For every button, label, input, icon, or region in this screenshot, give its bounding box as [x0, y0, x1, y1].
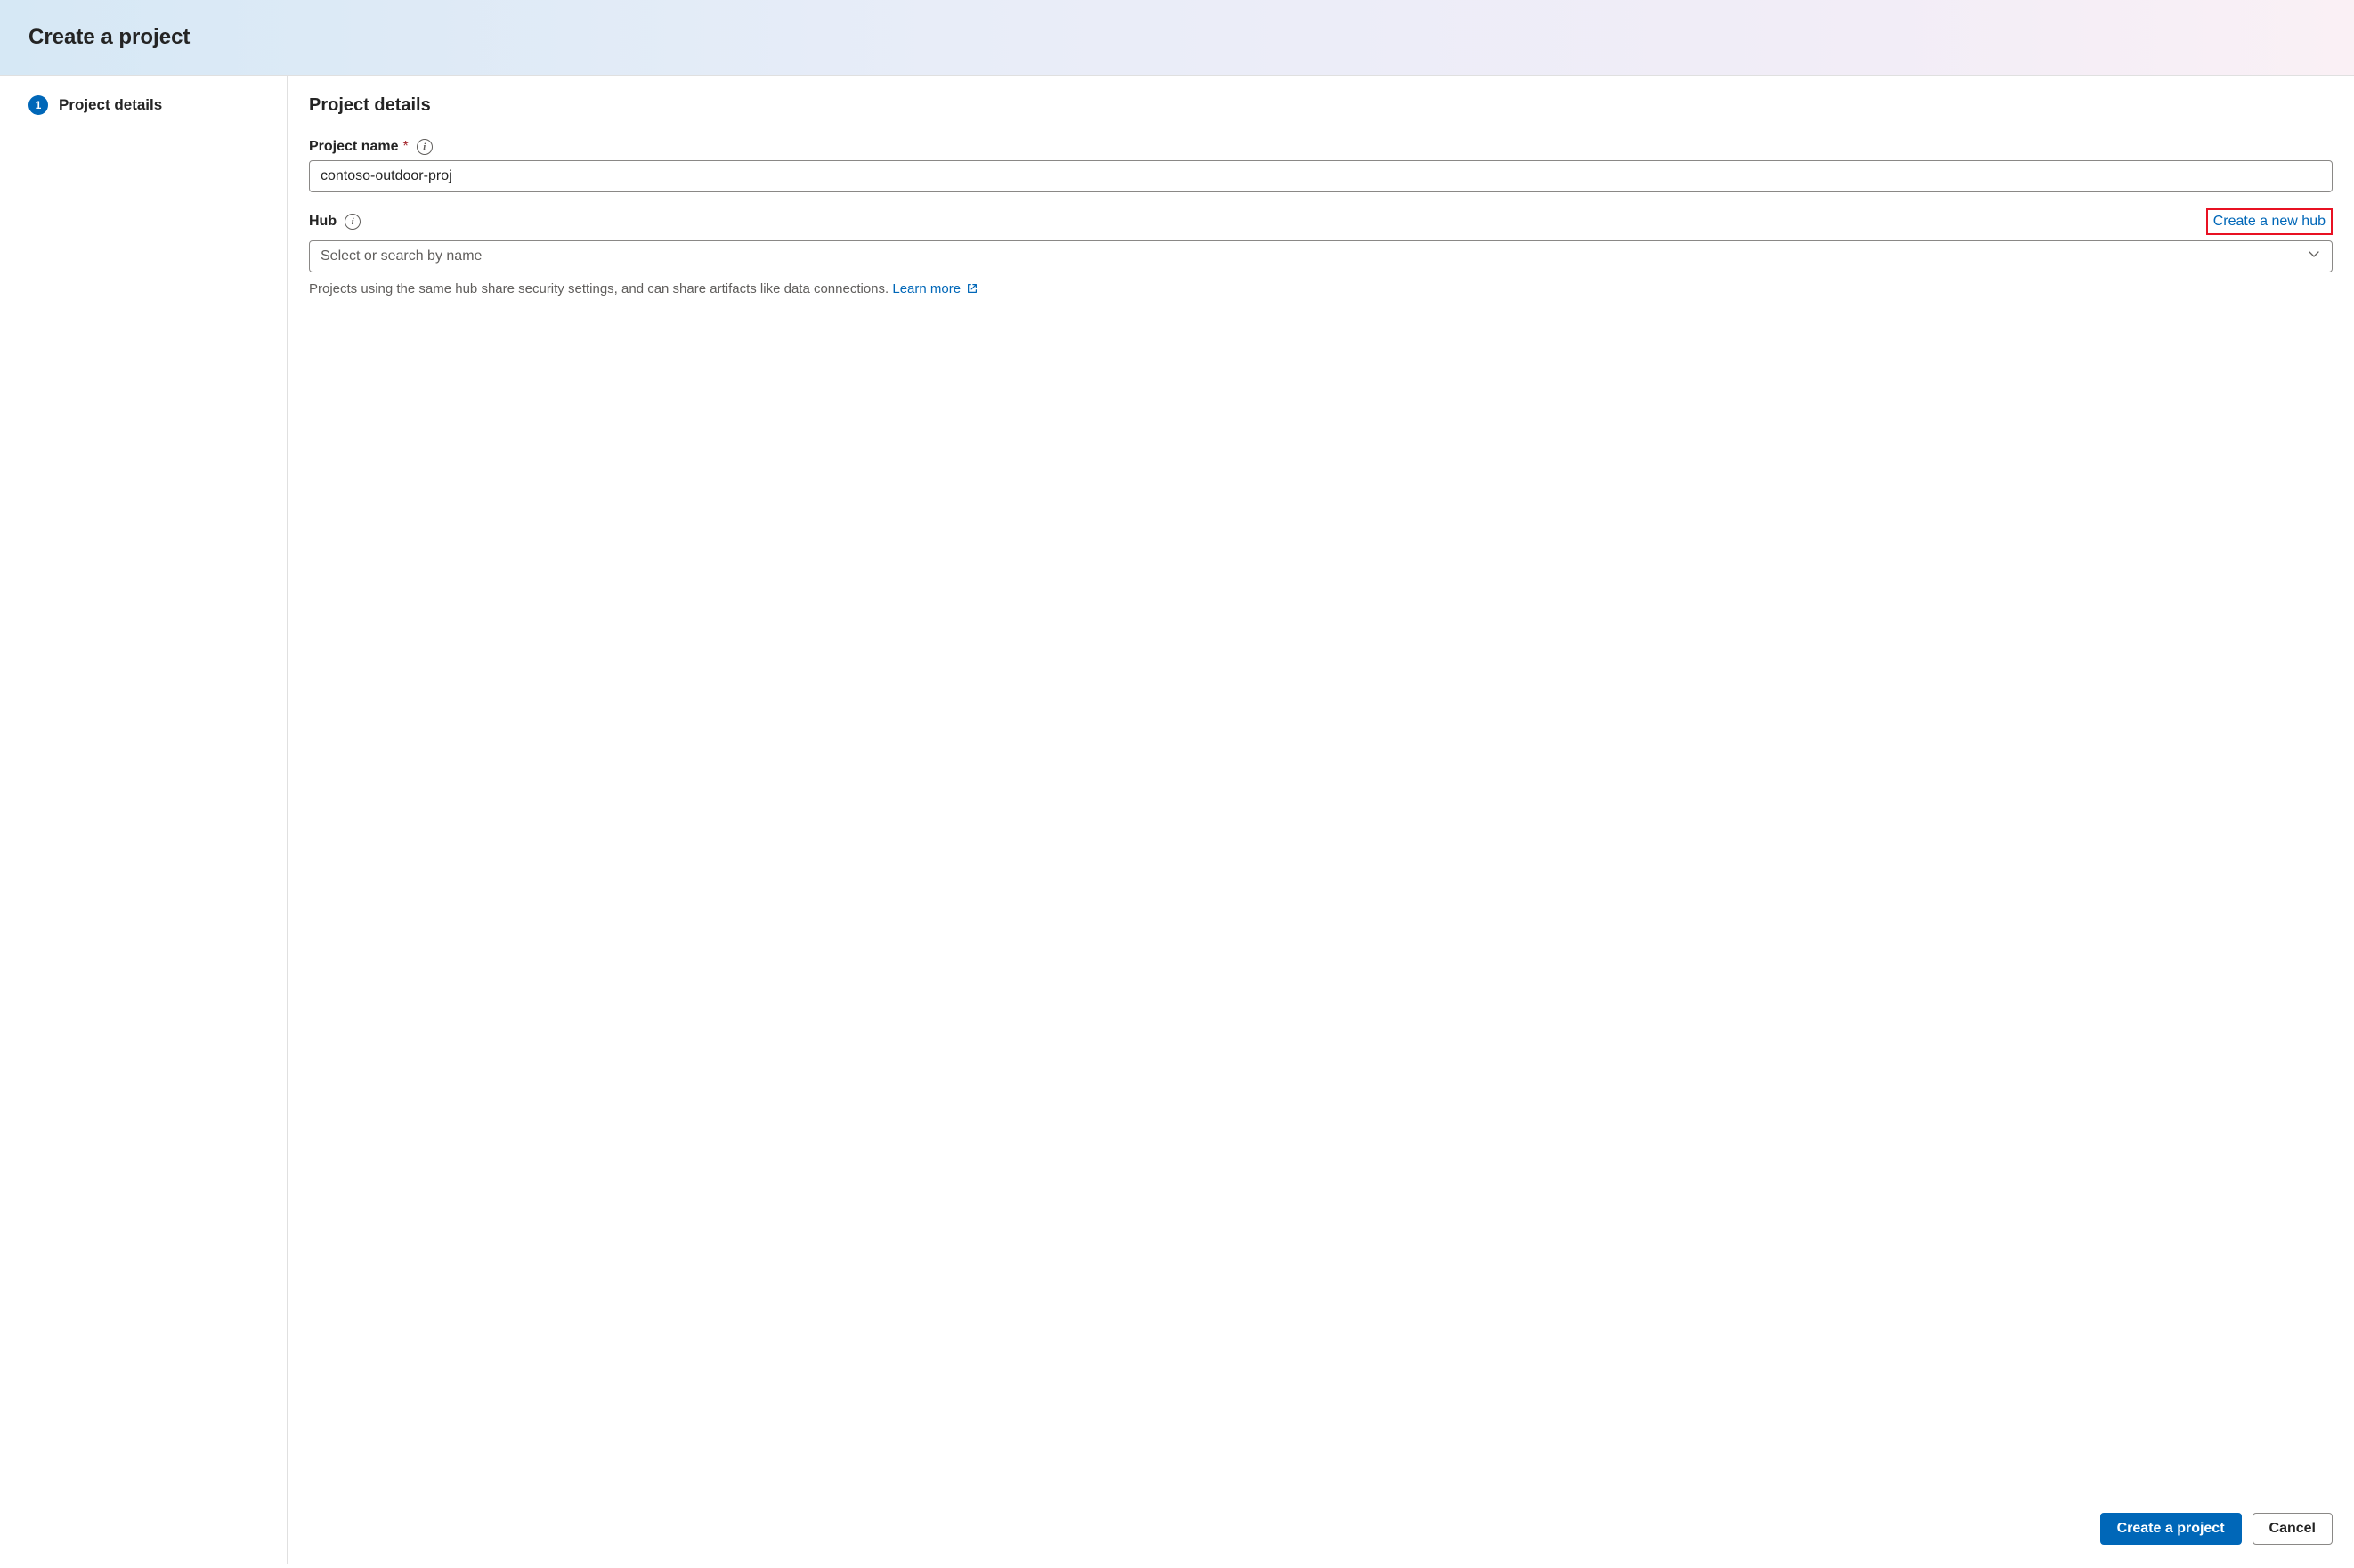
section-title: Project details [309, 95, 2333, 116]
dialog-header: Create a project [0, 0, 2354, 76]
project-name-field-group: Project name * i [309, 139, 2333, 192]
required-asterisk: * [402, 139, 408, 155]
step-number-badge: 1 [28, 95, 48, 115]
wizard-step-1[interactable]: 1 Project details [28, 95, 258, 115]
step-label: Project details [59, 96, 162, 114]
wizard-sidebar: 1 Project details [0, 76, 288, 1564]
create-project-button[interactable]: Create a project [2100, 1513, 2242, 1545]
info-icon[interactable]: i [345, 214, 361, 230]
dialog-footer: Create a project Cancel [309, 1497, 2333, 1564]
hub-label: Hub i [309, 214, 361, 230]
learn-more-link[interactable]: Learn more [892, 281, 978, 297]
cancel-button[interactable]: Cancel [2253, 1513, 2333, 1545]
dialog-body: 1 Project details Project details Projec… [0, 76, 2354, 1564]
create-new-hub-link[interactable]: Create a new hub [2206, 208, 2333, 235]
project-name-label: Project name * i [309, 139, 433, 155]
hub-helper-text: Projects using the same hub share securi… [309, 281, 2333, 298]
project-name-input[interactable] [309, 160, 2333, 192]
hub-select[interactable]: Select or search by name [309, 240, 2333, 272]
hub-field-group: Hub i Create a new hub Select or search … [309, 208, 2333, 298]
info-icon[interactable]: i [417, 139, 433, 155]
dialog-title: Create a project [28, 25, 2326, 50]
main-panel: Project details Project name * i Hub i [288, 76, 2354, 1564]
external-link-icon [966, 282, 978, 298]
